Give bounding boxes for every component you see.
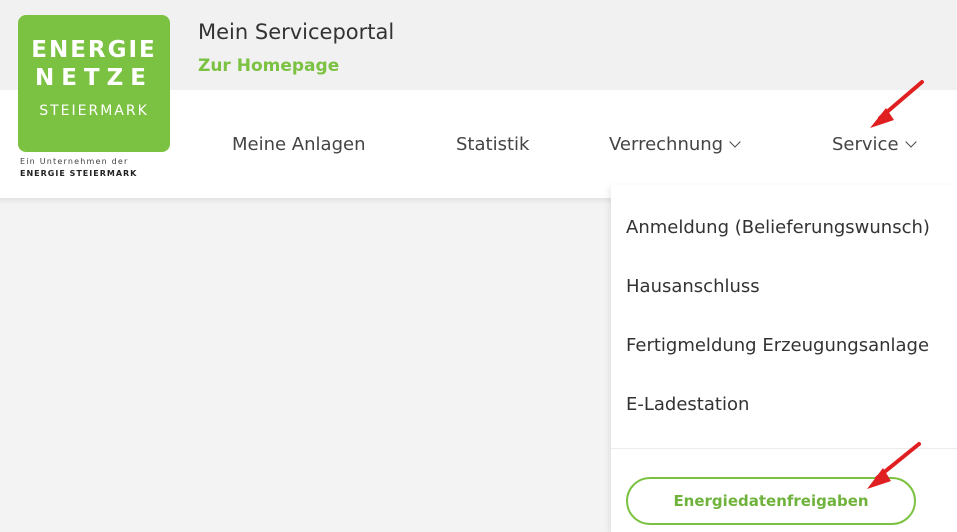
nav-item-label: Statistik <box>456 134 530 155</box>
nav-item-statistik[interactable]: Statistik <box>456 134 529 155</box>
nav-item-label: Meine Anlagen <box>232 134 366 155</box>
menu-item-hausanschluss[interactable]: Hausanschluss <box>626 276 760 297</box>
menu-item-e-ladestation[interactable]: E-Ladestation <box>626 394 749 415</box>
red-arrow-annotation-button <box>867 442 921 489</box>
portal-title: Mein Serviceportal <box>198 20 395 44</box>
nav-item-label: Verrechnung <box>609 134 724 155</box>
logo-text-line2: NETZE <box>34 65 154 91</box>
logo-parent-brand: ENERGIE STEIERMARK <box>20 169 138 178</box>
nav-item-label: Service <box>832 134 899 155</box>
menu-item-anmeldung[interactable]: Anmeldung (Belieferungswunsch) <box>626 217 930 238</box>
logo-subtitle: Ein Unternehmen der <box>20 157 129 166</box>
menu-item-fertigmeldung[interactable]: Fertigmeldung Erzeugungsanlage <box>626 335 929 356</box>
nav-item-verrechnung[interactable]: Verrechnung <box>609 134 741 155</box>
nav-item-meine-anlagen[interactable]: Meine Anlagen <box>232 134 365 155</box>
homepage-link[interactable]: Zur Homepage <box>198 56 339 76</box>
red-arrow-annotation-service <box>870 80 924 128</box>
logo-text-line3: STEIERMARK <box>39 103 149 119</box>
chevron-down-icon <box>729 136 741 148</box>
energie-netze-logo[interactable]: ENERGIE NETZE STEIERMARK <box>18 15 170 152</box>
logo-text-line1: ENERGIE <box>31 37 157 63</box>
chevron-down-icon <box>904 136 917 148</box>
nav-item-service[interactable]: Service <box>832 134 917 155</box>
